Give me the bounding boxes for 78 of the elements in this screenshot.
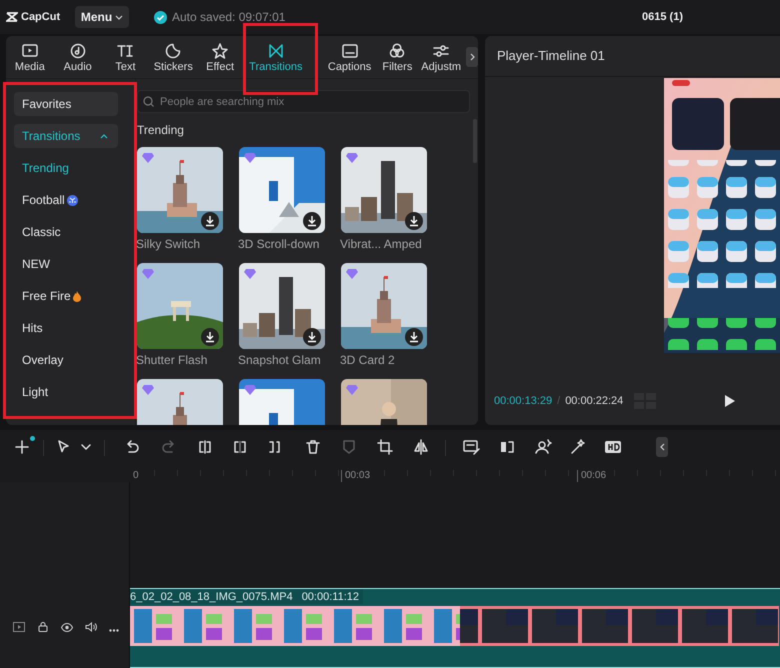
tab[interactable]: Captions [308,42,376,72]
download-button[interactable] [405,212,423,230]
app-name: CapCut [21,11,60,23]
tab[interactable]: Media [6,42,54,72]
sidebar-item[interactable]: Classic [22,216,61,248]
time-separator: / [557,395,560,407]
tab[interactable]: Audio [54,42,102,72]
current-time: 00:00:13:29 [494,395,552,407]
filter-circles-icon [388,42,406,60]
effect-name: Silky Switch [136,236,202,253]
speaker-icon[interactable] [85,622,97,632]
cover-icon[interactable] [13,622,25,632]
sidebar-item[interactable]: Light [22,376,48,408]
project-name: 0615 (1) [642,11,683,23]
sidebar-item[interactable]: Football [22,184,78,216]
download-button[interactable] [303,212,321,230]
search-field[interactable]: People are searching mix [137,90,470,113]
tab[interactable]: Stickers [149,42,198,72]
ruler-label: 0 [132,470,140,482]
check-icon [154,10,167,24]
scroll-right-button[interactable] [466,47,478,67]
section-title: Trending [137,122,185,138]
soccer-ball-icon [66,194,78,206]
search-icon [143,96,154,107]
video-clip[interactable]: 6_02_02_08_18_IMG_0075.MP4 00:00:11:12 [130,588,780,668]
person-sparkle-icon[interactable] [534,438,552,456]
sidebar-item[interactable]: Hits [22,312,43,344]
effect-name: Snapshot Glam [238,352,322,369]
more-icon[interactable] [109,629,119,632]
sidebar-item[interactable]: NEW [22,248,50,280]
magic-wand-icon[interactable] [569,438,587,456]
caret-icon [100,134,108,138]
effect-name: Shutter Flash [136,352,208,369]
media-icon [20,42,39,60]
tab[interactable]: Transitions [242,42,309,72]
caption-icon [340,42,359,60]
download-button[interactable] [303,328,321,346]
menu-button[interactable]: Menu [75,6,129,28]
tab[interactable]: Effect [197,42,243,72]
sparkle-star-icon [211,42,230,60]
sidebar-item[interactable]: Transitions [14,124,118,148]
chevron-right-icon [470,53,475,61]
music-note-icon [68,42,87,60]
add-icon[interactable] [13,438,31,456]
player-title: Player-Timeline 01 [485,36,780,77]
clip-duration: 00:00:11:12 [302,590,359,602]
download-button[interactable] [201,328,219,346]
ruler-label: 00:06 [577,470,611,482]
sidebar-item[interactable]: Trending [22,152,69,184]
effect-name: Vibrat... Amped [340,236,423,253]
autosave-status: Auto saved: 09:07:01 [172,10,286,24]
mirror-icon[interactable] [412,438,430,456]
clip-filename: 6_02_02_08_18_IMG_0075.MP4 [130,590,293,602]
lock-icon[interactable] [38,621,48,632]
effect-name: 3D Scroll-down [238,236,320,253]
bowtie-icon [266,42,285,60]
sidebar-item[interactable]: Overlay [22,344,64,376]
hd-icon[interactable] [604,438,622,456]
tab[interactable]: Filters [376,42,418,72]
collapse-button[interactable] [656,437,668,457]
download-button[interactable] [201,212,219,230]
sticker-icon [164,42,182,60]
download-button[interactable] [405,328,423,346]
logo-icon [6,12,18,22]
flame-icon [72,290,81,302]
effect-name: 3D Card 2 [340,352,396,369]
ruler-label: 00:03 [341,470,375,482]
eye-icon[interactable] [61,623,73,632]
sidebar-item[interactable]: Free Fire [22,280,81,312]
total-time: 00:00:22:24 [565,395,624,407]
play-button[interactable] [725,395,736,407]
sidebar-item[interactable]: Favorites [14,92,118,116]
tab[interactable]: Text [102,42,150,72]
trash-icon[interactable] [304,438,322,456]
tab[interactable]: Adjustm [418,42,464,72]
caret-icon [115,14,124,20]
crop-icon[interactable] [376,438,394,456]
chevron-left-icon [660,443,664,451]
